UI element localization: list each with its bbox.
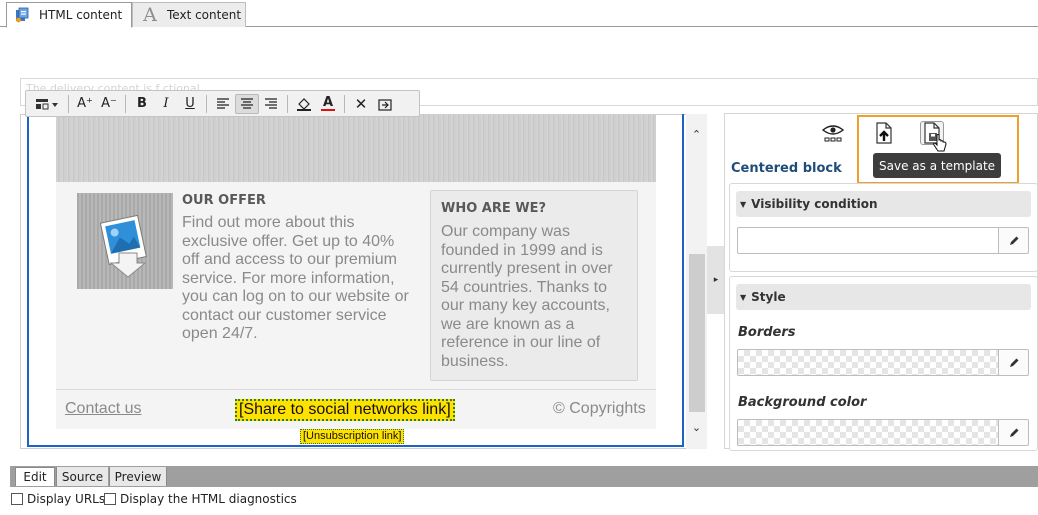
display-urls-checkbox[interactable] (11, 493, 23, 505)
align-center-button[interactable] (235, 93, 259, 114)
tab-text-content-label: Text content (167, 8, 242, 22)
scrollbar-thumb[interactable] (689, 254, 705, 412)
fill-color-icon (297, 97, 311, 111)
font-color-icon: A (322, 95, 334, 110)
underline-icon: U (185, 96, 195, 111)
font-decrease-icon: A⁻ (101, 96, 117, 111)
italic-icon: I (163, 96, 169, 111)
collapse-triangle-icon: ▼ (740, 292, 747, 302)
tab-preview[interactable]: Preview (109, 467, 167, 486)
align-center-icon (241, 97, 253, 109)
move-block-button[interactable] (373, 94, 397, 114)
block-type-title: Centered block (731, 161, 842, 176)
toolbar-separator (287, 94, 288, 113)
background-color-edit-button[interactable] (998, 419, 1029, 446)
display-urls-label: Display URLs (27, 492, 106, 506)
font-increase-icon: A⁺ (77, 96, 93, 111)
font-decrease-button[interactable]: A⁻ (97, 94, 121, 114)
expand-arrow-icon: ▸ (713, 275, 719, 285)
align-left-button[interactable] (211, 94, 235, 114)
tab-text-content[interactable]: A Text content (132, 2, 246, 27)
scroll-up-icon[interactable]: ⌃ (686, 125, 707, 143)
panel-splitter[interactable]: ▸ (707, 246, 725, 314)
tab-html-content[interactable]: HTML content (6, 2, 132, 28)
insert-block-icon (36, 98, 58, 109)
pencil-icon (1009, 236, 1018, 245)
text-content-icon: A (143, 4, 157, 26)
insert-block-button[interactable] (32, 94, 64, 114)
align-right-button[interactable] (259, 94, 283, 114)
background-color-field[interactable] (737, 419, 999, 446)
borders-field[interactable] (737, 349, 999, 376)
display-urls-option[interactable]: Display URLs (11, 492, 105, 506)
visibility-condition-header[interactable]: ▼ Visibility condition (736, 191, 1031, 217)
font-color-button[interactable]: A (316, 94, 340, 114)
toolbar-separator (68, 94, 69, 113)
eye-icon (822, 125, 844, 142)
pencil-icon (1009, 428, 1018, 437)
background-color-label: Background color (738, 395, 867, 410)
font-color-swatch (321, 109, 335, 111)
selected-block-outline (27, 114, 684, 447)
delete-block-button[interactable]: ✕ (349, 94, 373, 114)
collapse-triangle-icon: ▼ (740, 199, 747, 209)
preview-button[interactable] (821, 121, 845, 145)
pencil-icon (1009, 358, 1018, 367)
formatting-toolbar: A⁺ A⁻ B I U A ✕ (25, 90, 420, 117)
italic-button[interactable]: I (154, 94, 178, 114)
fill-color-button[interactable] (292, 94, 316, 114)
display-diagnostics-label: Display the HTML diagnostics (120, 492, 297, 506)
tab-html-content-label: HTML content (39, 8, 123, 22)
align-left-icon (217, 97, 229, 109)
unsubscription-link-block[interactable]: [Unsubscription link] (300, 429, 405, 444)
visibility-condition-input[interactable] (737, 227, 999, 254)
underline-button[interactable]: U (178, 94, 202, 114)
borders-label: Borders (738, 325, 796, 340)
toolbar-separator (344, 94, 345, 113)
scroll-down-icon[interactable]: ⌄ (686, 418, 707, 436)
tab-edit[interactable]: Edit (15, 467, 55, 486)
html-content-icon (13, 6, 31, 24)
style-label: Style (751, 290, 786, 304)
align-right-icon (265, 97, 277, 109)
font-increase-button[interactable]: A⁺ (73, 94, 97, 114)
bold-icon: B (137, 96, 147, 111)
visibility-edit-button[interactable] (998, 227, 1029, 254)
visibility-condition-label: Visibility condition (751, 197, 878, 211)
save-as-template-tooltip: Save as a template (873, 153, 1002, 178)
style-header[interactable]: ▼ Style (736, 284, 1031, 310)
display-diagnostics-option[interactable]: Display the HTML diagnostics (104, 492, 297, 506)
borders-edit-button[interactable] (998, 349, 1029, 376)
tab-source[interactable]: Source (56, 467, 108, 486)
toolbar-separator (125, 94, 126, 113)
bold-button[interactable]: B (130, 94, 154, 114)
move-icon (378, 98, 392, 111)
display-diagnostics-checkbox[interactable] (104, 493, 116, 505)
delete-icon: ✕ (354, 94, 368, 113)
toolbar-separator (206, 94, 207, 113)
